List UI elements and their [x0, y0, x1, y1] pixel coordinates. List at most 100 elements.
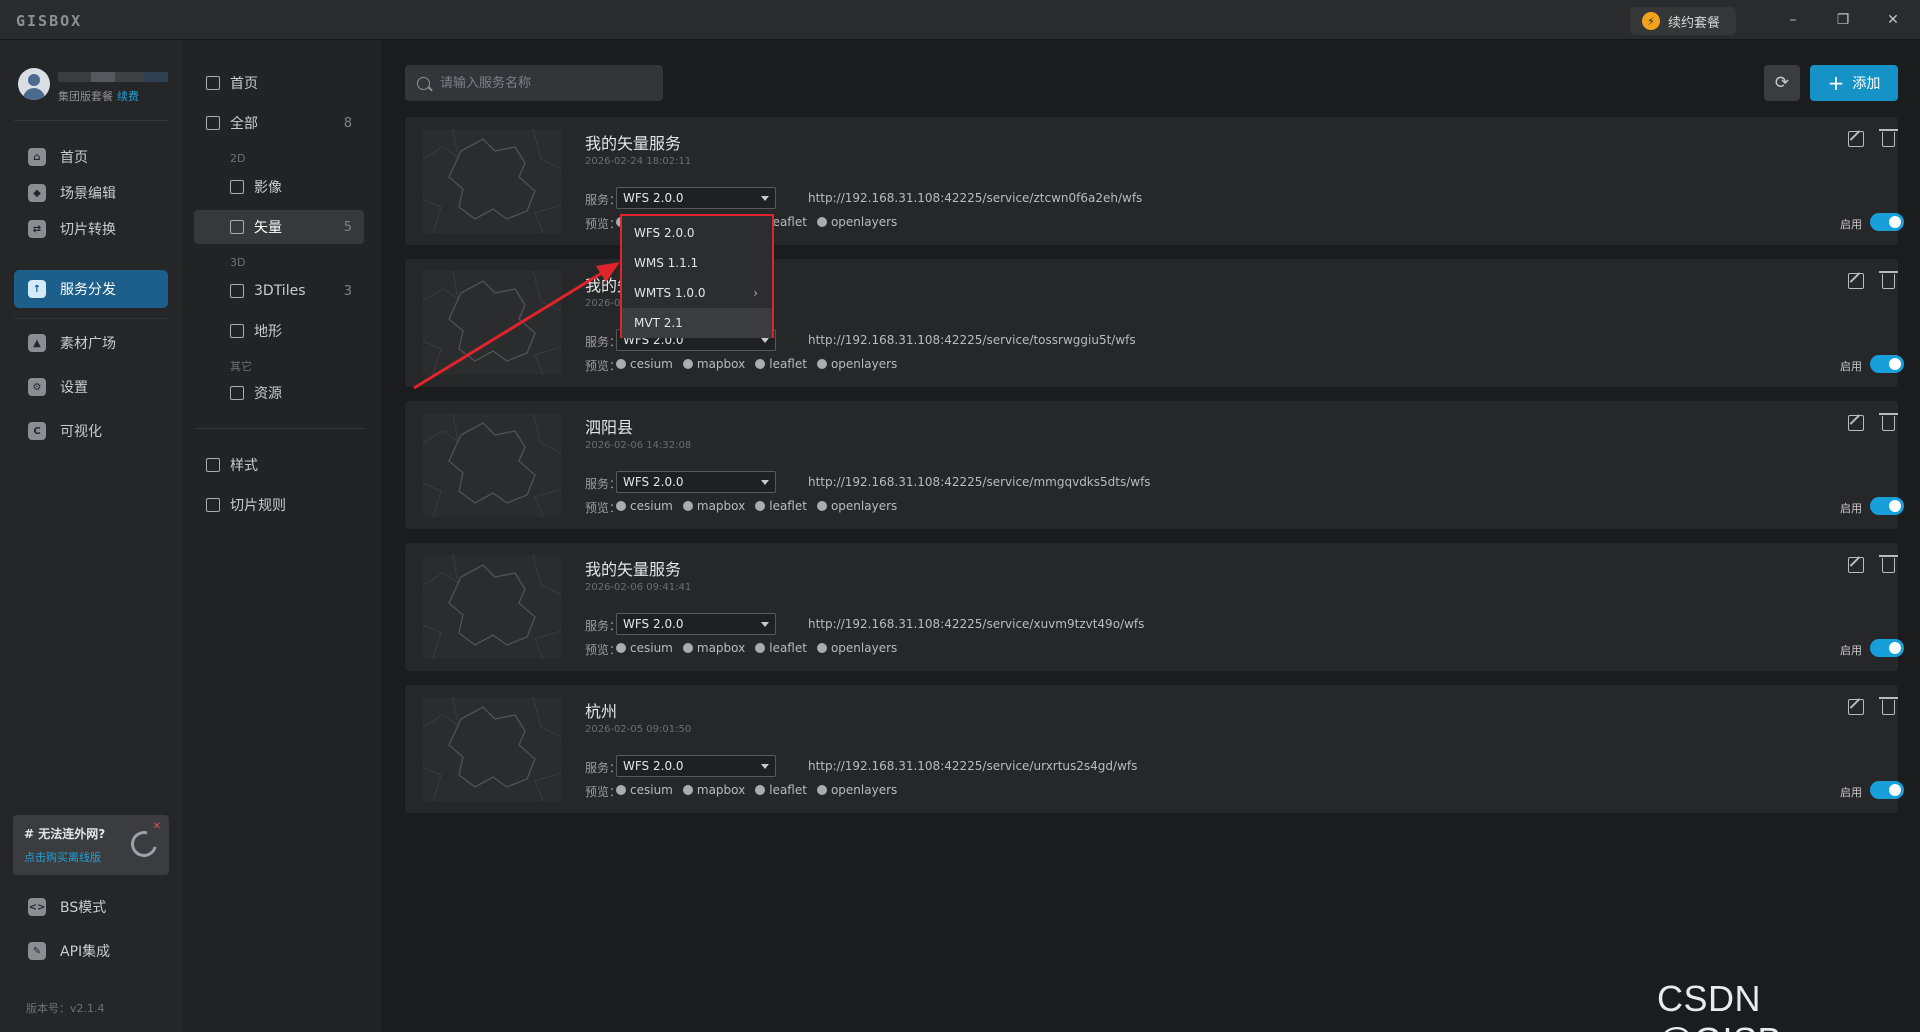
preview-leaflet[interactable]: leaflet	[755, 641, 807, 655]
enable-label: 启用	[1840, 218, 1862, 231]
service-title: 泗阳县	[585, 418, 634, 437]
add-button[interactable]: + 添加	[1810, 65, 1898, 101]
preview-links: cesium mapbox leaflet openlayers	[616, 783, 907, 797]
user-profile[interactable]: 集团版套餐 续费	[18, 64, 168, 110]
preview-cesium[interactable]: cesium	[616, 499, 673, 513]
preview-mapbox[interactable]: mapbox	[682, 641, 745, 655]
service-version-select[interactable]: WFS 2.0.0	[616, 471, 776, 493]
sidebar-item-bs-mode[interactable]: <> BS模式	[14, 888, 168, 926]
service-card[interactable]: 泗阳县 2026-02-06 14:32:08 服务： WFS 2.0.0 ht…	[405, 401, 1904, 529]
category-all[interactable]: 全部 8	[194, 106, 364, 140]
select-value: WFS 2.0.0	[623, 759, 684, 773]
enable-toggle[interactable]	[1870, 781, 1904, 799]
category-home[interactable]: 首页	[194, 66, 364, 100]
refresh-button[interactable]: ⟳	[1764, 65, 1800, 101]
service-version-select[interactable]: WFS 2.0.0	[616, 613, 776, 635]
add-button-label: 添加	[1852, 76, 1881, 92]
trash-icon[interactable]	[1879, 413, 1898, 431]
preview-cesium[interactable]: cesium	[616, 783, 673, 797]
service-url[interactable]: http://192.168.31.108:42225/service/xuvm…	[808, 617, 1144, 631]
trash-icon[interactable]	[1879, 129, 1898, 147]
close-promo-icon[interactable]: ✕	[153, 821, 161, 832]
preview-links: cesium mapbox leaflet openlayers	[616, 357, 907, 371]
avatar[interactable]	[18, 68, 50, 100]
service-card[interactable]: 杭州 2026-02-05 09:01:50 服务： WFS 2.0.0 htt…	[405, 685, 1904, 813]
satellite-icon	[230, 180, 244, 194]
category-3dtiles[interactable]: 3DTiles 3	[194, 274, 364, 308]
preview-cesium[interactable]: cesium	[616, 357, 673, 371]
sidebar-item-service-distribute[interactable]: ↑ 服务分发	[14, 270, 168, 308]
trash-icon[interactable]	[1879, 555, 1898, 573]
preview-leaflet[interactable]: leaflet	[755, 357, 807, 371]
category-tile-rules[interactable]: 切片规则	[194, 488, 364, 522]
service-card[interactable]: 我的矢量服务 2026-02-06 09:41:41 服务： WFS 2.0.0…	[405, 543, 1904, 671]
restore-icon[interactable]: ❐	[1829, 8, 1857, 32]
home-icon	[206, 76, 220, 90]
preview-label: openlayers	[830, 215, 898, 229]
renew-plan-button[interactable]: ⚡ 续约套餐	[1630, 7, 1736, 35]
edit-icon[interactable]	[1848, 699, 1864, 715]
preview-leaflet[interactable]: leaflet	[755, 499, 807, 513]
preview-openlayers[interactable]: openlayers	[816, 783, 897, 797]
openlayers-icon	[816, 217, 827, 227]
service-version-select[interactable]: WFS 2.0.0	[616, 187, 776, 209]
category-resources[interactable]: 资源	[194, 376, 364, 410]
enable-toggle[interactable]	[1870, 497, 1904, 515]
edit-icon[interactable]	[1848, 557, 1864, 573]
category-terrain[interactable]: 地形	[194, 314, 364, 348]
preview-openlayers[interactable]: openlayers	[816, 215, 898, 229]
service-version-dropdown[interactable]: WFS 2.0.0 WMS 1.1.1 WMTS 1.0.0 › MVT 2.1	[620, 214, 774, 338]
user-plan: 集团版套餐 续费	[58, 88, 139, 104]
dropdown-option-wfs[interactable]: WFS 2.0.0	[622, 218, 772, 248]
sidebar-item-home[interactable]: ⌂ 首页	[14, 138, 168, 176]
main-content: ⟳ + 添加 我的矢量服务 2026-02-24 18:02:11 服务： WF…	[382, 40, 1920, 1032]
sidebar-item-settings[interactable]: ⚙ 设置	[14, 368, 168, 406]
service-version-select[interactable]: WFS 2.0.0	[616, 755, 776, 777]
renew-link[interactable]: 续费	[117, 90, 139, 103]
enable-toggle[interactable]	[1870, 639, 1904, 657]
preview-mapbox[interactable]: mapbox	[682, 499, 745, 513]
sidebar-item-api[interactable]: ✎ API集成	[14, 932, 168, 970]
promo-link[interactable]: 点击购买离线版	[24, 849, 101, 865]
preview-mapbox[interactable]: mapbox	[682, 357, 745, 371]
preview-label: cesium	[630, 783, 673, 797]
trash-icon[interactable]	[1879, 697, 1898, 715]
sidebar-item-materials[interactable]: ▲ 素材广场	[14, 324, 168, 362]
service-url[interactable]: http://192.168.31.108:42225/service/mmgq…	[808, 475, 1151, 489]
preview-openlayers[interactable]: openlayers	[816, 357, 897, 371]
edit-icon[interactable]	[1848, 415, 1864, 431]
dropdown-option-mvt[interactable]: MVT 2.1	[622, 308, 772, 338]
service-url[interactable]: http://192.168.31.108:42225/service/urxr…	[808, 759, 1137, 773]
enable-toggle[interactable]	[1870, 213, 1904, 231]
trash-icon[interactable]	[1879, 271, 1898, 289]
preview-leaflet[interactable]: leaflet	[755, 783, 807, 797]
minimize-icon[interactable]: –	[1779, 8, 1807, 32]
edit-icon[interactable]	[1848, 273, 1864, 289]
search-input[interactable]	[440, 75, 640, 91]
code-icon: <>	[28, 898, 46, 916]
preview-mapbox[interactable]: mapbox	[682, 783, 745, 797]
sidebar-item-tile-convert[interactable]: ⇄ 切片转换	[14, 210, 168, 248]
preview-label: leaflet	[769, 357, 807, 371]
preview-openlayers[interactable]: openlayers	[816, 499, 897, 513]
edit-icon[interactable]	[1848, 131, 1864, 147]
map-thumbnail	[423, 697, 561, 801]
category-styles[interactable]: 样式	[194, 448, 364, 482]
preview-cesium[interactable]: cesium	[616, 641, 673, 655]
preview-openlayers[interactable]: openlayers	[816, 641, 897, 655]
category-vector[interactable]: 矢量 5	[194, 210, 364, 244]
sidebar-item-visualize[interactable]: C 可视化	[14, 412, 168, 450]
dropdown-option-wmts[interactable]: WMTS 1.0.0 ›	[622, 278, 772, 308]
dropdown-option-wms[interactable]: WMS 1.1.1	[622, 248, 772, 278]
caret-down-icon	[761, 764, 769, 769]
search-box[interactable]	[405, 65, 663, 101]
chevron-right-icon: ›	[753, 286, 758, 300]
service-url[interactable]: http://192.168.31.108:42225/service/toss…	[808, 333, 1136, 347]
category-imagery[interactable]: 影像	[194, 170, 364, 204]
enable-toggle[interactable]	[1870, 355, 1904, 373]
service-url[interactable]: http://192.168.31.108:42225/service/ztcw…	[808, 191, 1142, 205]
home-icon: ⌂	[28, 148, 46, 166]
close-icon[interactable]: ✕	[1879, 8, 1907, 32]
offline-promo-card[interactable]: # 无法连外网? 点击购买离线版 ✕	[13, 815, 169, 875]
sidebar-item-scene-edit[interactable]: ◆ 场景编辑	[14, 174, 168, 212]
